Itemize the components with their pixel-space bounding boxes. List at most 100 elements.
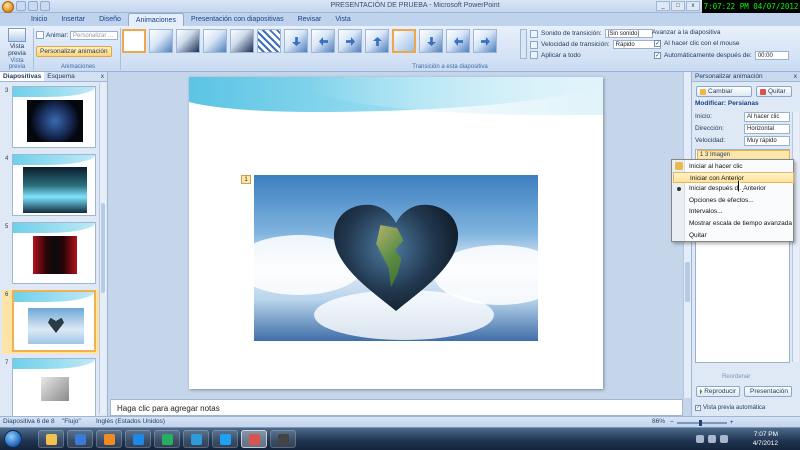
auto-time-input[interactable]: 00:00 [754, 51, 789, 60]
apply-all-button[interactable]: Aplicar a todo [530, 51, 581, 59]
menu-item-start-with-previous[interactable]: Iniciar con Anterior [673, 172, 794, 183]
tab-presentacion[interactable]: Presentación con diapositivas [184, 13, 291, 26]
change-effect-button[interactable]: Cambiar [696, 86, 752, 97]
on-click-option[interactable]: ✓ Al hacer clic con el mouse [654, 40, 740, 47]
menu-item-start-on-click[interactable]: Iniciar al hacer clic [685, 161, 794, 172]
custom-pane-title: Personalizar animación [695, 73, 763, 80]
sound-combo[interactable]: [Sin sonido] [604, 29, 653, 38]
transition-thumb[interactable] [203, 29, 227, 53]
save-icon[interactable] [16, 1, 26, 11]
taskbar-app-icon[interactable] [125, 430, 151, 448]
flag-icon[interactable] [696, 435, 704, 443]
menu-item-effect-options[interactable]: Opciones de efectos... [685, 195, 794, 206]
slide-thumbnail[interactable]: 5 [2, 222, 102, 286]
auto-preview-option[interactable]: ✓ Vista previa automática [695, 405, 765, 411]
tab-esquema[interactable]: Esquema [44, 72, 77, 81]
reorder-label[interactable]: Reordenar [722, 374, 750, 380]
menu-item-timing[interactable]: Intervalos... [685, 206, 794, 217]
maximize-icon[interactable]: □ [671, 1, 685, 11]
slide-number: 7 [5, 360, 9, 366]
tab-animaciones[interactable]: Animaciones [127, 13, 184, 26]
volume-icon[interactable] [720, 435, 728, 443]
tab-inicio[interactable]: Inicio [24, 13, 54, 26]
transition-thumb[interactable] [149, 29, 173, 53]
slide-thumbnail[interactable]: 4 [2, 154, 102, 218]
scroll-thumb[interactable] [101, 203, 105, 293]
custom-pane-close-icon[interactable]: x [794, 72, 800, 81]
transition-thumb[interactable] [419, 29, 443, 53]
slide-thumbnail-selected[interactable]: 6 [2, 290, 102, 354]
animar-combo[interactable]: Personalizar ... [70, 31, 118, 40]
minimize-icon[interactable]: _ [656, 1, 670, 11]
slide-thumbnail[interactable]: 7 [2, 358, 102, 422]
current-slide[interactable]: 1 [189, 77, 603, 389]
taskbar-app-icon[interactable] [212, 430, 238, 448]
auto-after-option[interactable]: ✓ Automáticamente después de: 00:00 [654, 51, 789, 60]
taskbar-app-icon[interactable] [183, 430, 209, 448]
pane-close-icon[interactable]: x [101, 72, 107, 81]
tray-time[interactable]: 7:07 PM [754, 431, 778, 438]
slide-image-earth-heart[interactable] [254, 175, 538, 341]
notes-input[interactable]: Haga clic para agregar notas [110, 399, 683, 416]
undo-icon[interactable] [28, 1, 38, 11]
close-icon[interactable]: x [686, 1, 700, 11]
zoom-level[interactable]: 86% [652, 417, 665, 427]
zoom-in-icon[interactable]: + [730, 418, 734, 428]
custom-animation-button[interactable]: Personalizar animación [36, 46, 112, 57]
effect-speed-combo[interactable]: Muy rápido [744, 136, 790, 146]
auto-after-checkbox[interactable]: ✓ [654, 52, 661, 59]
tab-insertar[interactable]: Insertar [54, 13, 92, 26]
animation-order-tag[interactable]: 1 [241, 175, 251, 184]
redo-icon[interactable] [40, 1, 50, 11]
zoom-slider[interactable]: − + [670, 419, 770, 426]
taskbar-app-icon[interactable] [270, 430, 296, 448]
scroll-thumb[interactable] [685, 262, 690, 302]
slideshow-button[interactable]: Presentación [744, 386, 792, 397]
on-click-checkbox[interactable]: ✓ [654, 40, 661, 47]
taskbar-app-icon[interactable] [67, 430, 93, 448]
language[interactable]: Inglés (Estados Unidos) [96, 417, 165, 427]
zoom-track[interactable] [676, 419, 727, 426]
direction-combo[interactable]: Horizontal [744, 124, 790, 134]
tab-diapositivas[interactable]: Diapositivas [0, 72, 45, 81]
menu-item-remove[interactable]: Quitar [685, 230, 794, 241]
preview-button[interactable]: Vista previa [3, 28, 31, 62]
direction-label: Dirección: [695, 125, 724, 132]
transition-thumb[interactable] [230, 29, 254, 53]
speed-label: Velocidad de transición: [541, 41, 610, 48]
tab-diseno[interactable]: Diseño [92, 13, 128, 26]
taskbar-app-icon[interactable] [96, 430, 122, 448]
animar-label: Animar: [46, 31, 69, 39]
start-button[interactable] [4, 430, 22, 448]
network-icon[interactable] [708, 435, 716, 443]
gallery-scroll[interactable] [520, 29, 527, 59]
transition-thumb[interactable] [311, 29, 335, 53]
transition-thumb[interactable] [446, 29, 470, 53]
transition-thumb-hover[interactable] [392, 29, 416, 53]
office-button[interactable] [2, 1, 14, 13]
on-click-label: Al hacer clic con el mouse [664, 40, 740, 47]
menu-item-advanced-timeline[interactable]: Mostrar escala de tiempo avanzada [685, 218, 794, 229]
slide-thumbnail[interactable]: 3 [2, 86, 102, 150]
taskbar-app-icon[interactable] [38, 430, 64, 448]
play-button[interactable]: Reproducir [696, 386, 740, 397]
transition-thumb[interactable] [284, 29, 308, 53]
start-combo[interactable]: Al hacer clic [744, 112, 790, 122]
animar-control[interactable]: Animar: [36, 31, 68, 39]
auto-preview-checkbox[interactable]: ✓ [695, 405, 701, 411]
transition-thumb[interactable] [365, 29, 389, 53]
remove-effect-button[interactable]: Quitar [756, 86, 792, 97]
transition-thumb-none[interactable] [122, 29, 146, 53]
transition-thumb[interactable] [176, 29, 200, 53]
slides-pane-scrollbar[interactable] [99, 83, 106, 414]
tab-revisar[interactable]: Revisar [291, 13, 329, 26]
tray-date[interactable]: 4/7/2012 [753, 440, 778, 447]
tab-vista[interactable]: Vista [328, 13, 357, 26]
transition-thumb[interactable] [338, 29, 362, 53]
taskbar-app-icon[interactable] [154, 430, 180, 448]
transition-thumb[interactable] [473, 29, 497, 53]
transition-thumb-checker[interactable] [257, 29, 281, 53]
taskbar-app-icon[interactable] [241, 430, 267, 448]
zoom-out-icon[interactable]: − [670, 418, 674, 428]
zoom-knob[interactable] [698, 419, 702, 426]
